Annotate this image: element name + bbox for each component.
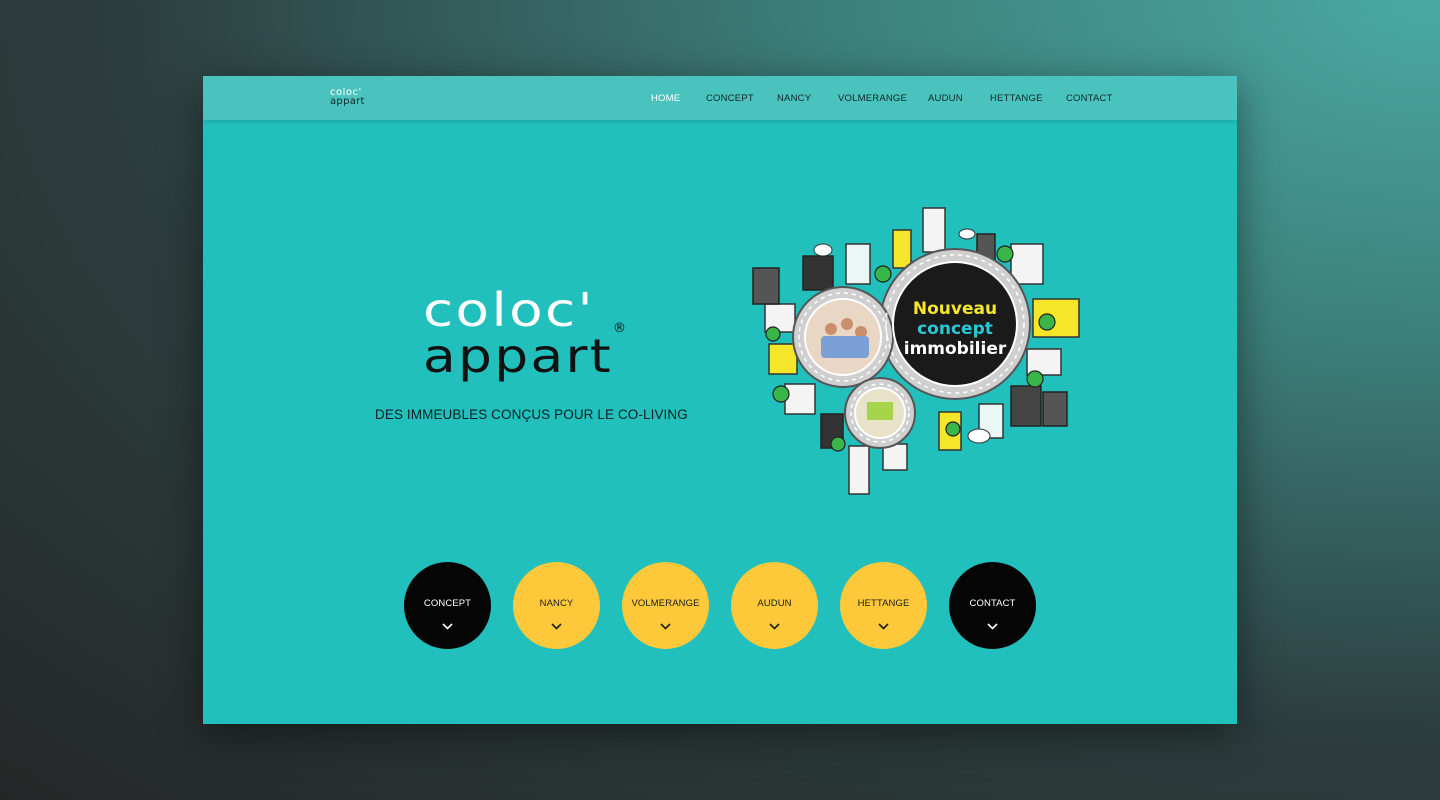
city-illustration: Nouveau concept immobilier (752, 207, 1080, 495)
circle-hettange-label: HETTANGE (857, 598, 910, 609)
registered-mark: ® (613, 321, 626, 336)
chevron-down-icon (660, 623, 671, 630)
chevron-down-icon (878, 623, 889, 630)
badge-line1: Nouveau (913, 299, 997, 319)
nav-item-audun[interactable]: AUDUN (928, 93, 963, 104)
circle-nancy[interactable]: NANCY (513, 562, 600, 649)
website-frame: coloc' appart HOME CONCEPT NANCY VOLMERA… (203, 76, 1237, 724)
circle-hettange[interactable]: HETTANGE (840, 562, 927, 649)
circle-volmerange[interactable]: VOLMERANGE (622, 562, 709, 649)
chevron-down-icon (987, 623, 998, 630)
circle-concept[interactable]: CONCEPT (404, 562, 491, 649)
circle-audun[interactable]: AUDUN (731, 562, 818, 649)
chevron-down-icon (442, 623, 453, 630)
circle-concept-label: CONCEPT (423, 598, 472, 609)
circle-contact-label: CONTACT (969, 598, 1016, 609)
circle-contact[interactable]: CONTACT (949, 562, 1036, 649)
nav-item-concept[interactable]: CONCEPT (706, 93, 754, 104)
hero-logo-line2: appart (423, 329, 613, 383)
circle-audun-label: AUDUN (757, 598, 792, 609)
navbar: coloc' appart HOME CONCEPT NANCY VOLMERA… (203, 76, 1237, 120)
circle-nancy-label: NANCY (539, 598, 574, 609)
nav-item-contact[interactable]: CONTACT (1066, 93, 1113, 104)
chevron-down-icon (551, 623, 562, 630)
nav-item-home[interactable]: HOME (651, 93, 680, 104)
nav-item-nancy[interactable]: NANCY (777, 93, 811, 104)
hero-tagline: DES IMMEUBLES CONÇUS POUR LE CO-LIVING (375, 407, 688, 422)
circle-volmerange-label: VOLMERANGE (631, 598, 700, 609)
badge-line3: immobilier (904, 339, 1007, 359)
badge-line2: concept (917, 319, 993, 339)
nav-item-hettange[interactable]: HETTANGE (990, 93, 1043, 104)
hero-logo: coloc' appart ® (423, 288, 626, 383)
chevron-down-icon (769, 623, 780, 630)
nav-menu: HOME CONCEPT NANCY VOLMERANGE AUDUN HETT… (203, 76, 1237, 120)
nav-item-volmerange[interactable]: VOLMERANGE (838, 93, 907, 104)
